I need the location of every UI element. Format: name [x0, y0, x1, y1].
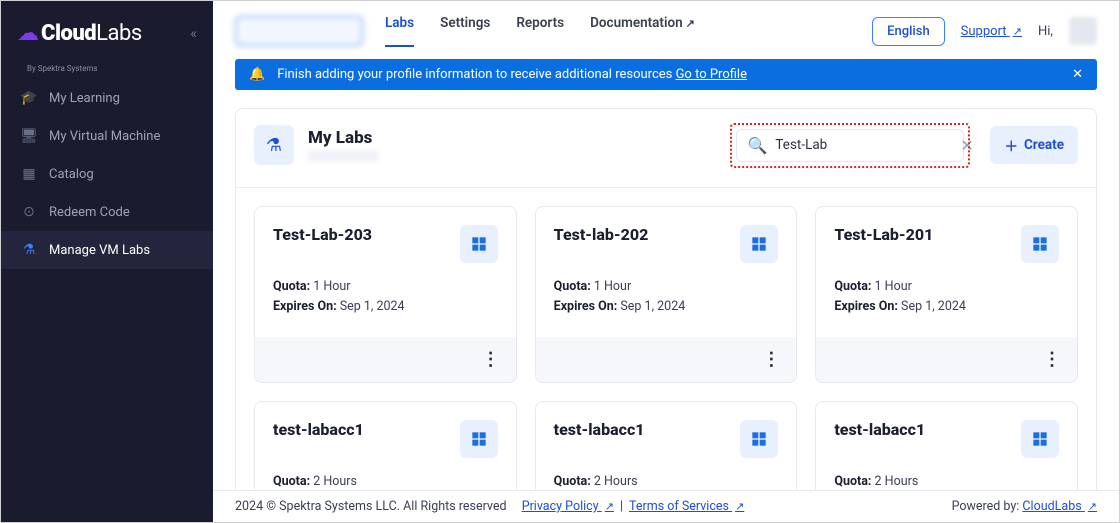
external-link-icon: ↗ [1013, 25, 1022, 38]
os-badge [740, 420, 778, 458]
tab-settings[interactable]: Settings [440, 15, 490, 47]
windows-icon [471, 236, 487, 252]
lab-name: Test-lab-202 [554, 225, 649, 244]
tab-reports[interactable]: Reports [516, 15, 564, 47]
windows-icon [1032, 236, 1048, 252]
footer: 2024 © Spektra Systems LLC. All Rights r… [213, 490, 1119, 522]
monitor-icon: 🖥 [21, 128, 37, 144]
sidebar-item-manage-vm-labs[interactable]: ⚗Manage VM Labs [1, 231, 213, 269]
flask-icon: ⚗ [21, 242, 37, 258]
grid-icon: ▦ [21, 166, 37, 182]
bell-icon: 🔔 [249, 67, 265, 82]
external-link-icon: ↗ [1088, 500, 1097, 513]
external-link-icon: ↗ [686, 17, 695, 30]
lab-menu-button[interactable]: ⋮ [255, 337, 516, 382]
greeting: Hi, [1038, 24, 1053, 39]
lab-name: test-labacc1 [834, 420, 925, 439]
my-labs-card: ⚗ My Labs 🔍 ✕ ＋Create [235, 108, 1097, 522]
tab-labs[interactable]: Labs [385, 15, 414, 47]
sidebar: ☁ CloudLabs « By Spektra Systems 🎓My Lea… [1, 1, 213, 522]
logo: ☁ CloudLabs « [1, 13, 213, 66]
os-badge [740, 225, 778, 263]
lab-menu-button[interactable]: ⋮ [536, 337, 797, 382]
language-selector[interactable]: English [872, 17, 945, 46]
sidebar-item-redeem[interactable]: ⊙Redeem Code [1, 193, 213, 231]
profile-banner: 🔔 Finish adding your profile information… [235, 59, 1097, 90]
logo-subtitle: By Spektra Systems [27, 64, 213, 73]
lab-name: Test-Lab-201 [834, 225, 933, 244]
lab-meta: Quota: 1 Hour Expires On: Sep 1, 2024 [554, 277, 779, 317]
lab-card[interactable]: Test-lab-202 Quota: 1 Hour Expires On: S… [535, 206, 798, 383]
lab-name: Test-Lab-203 [273, 225, 372, 244]
search-box[interactable]: 🔍 ✕ [736, 129, 964, 162]
topbar: Labs Settings Reports Documentation↗ Eng… [213, 1, 1119, 47]
os-badge [460, 420, 498, 458]
lab-meta: Quota: 2 Hours [554, 472, 779, 492]
close-banner-icon[interactable]: ✕ [1072, 67, 1083, 82]
banner-text: Finish adding your profile information t… [277, 67, 747, 82]
page-title: My Labs [308, 128, 378, 148]
search-input[interactable] [775, 137, 952, 153]
external-link-icon: ↗ [735, 500, 744, 513]
os-badge [1021, 420, 1059, 458]
support-link[interactable]: Support ↗ [961, 24, 1022, 39]
nav-list: 🎓My Learning 🖥My Virtual Machine ▦Catalo… [1, 79, 213, 269]
windows-icon [471, 431, 487, 447]
main: Labs Settings Reports Documentation↗ Eng… [213, 1, 1119, 522]
sidebar-item-catalog[interactable]: ▦Catalog [1, 155, 213, 193]
privacy-link[interactable]: Privacy Policy ↗ [522, 499, 614, 514]
cloud-icon: ☁ [17, 21, 39, 46]
sidebar-item-my-learning[interactable]: 🎓My Learning [1, 79, 213, 117]
windows-icon [751, 236, 767, 252]
lab-menu-button[interactable]: ⋮ [816, 337, 1077, 382]
lab-meta: Quota: 1 Hour Expires On: Sep 1, 2024 [834, 277, 1059, 317]
plus-icon: ＋ [1004, 135, 1018, 155]
os-badge [460, 225, 498, 263]
lab-meta: Quota: 1 Hour Expires On: Sep 1, 2024 [273, 277, 498, 317]
lab-meta: Quota: 2 Hours [834, 472, 1059, 492]
windows-icon [751, 431, 767, 447]
create-button[interactable]: ＋Create [990, 126, 1078, 164]
collapse-sidebar-icon[interactable]: « [190, 26, 197, 42]
avatar[interactable] [1069, 17, 1097, 45]
tab-documentation[interactable]: Documentation↗ [590, 15, 695, 47]
cloudlabs-link[interactable]: CloudLabs ↗ [1022, 499, 1097, 514]
logo-text: CloudLabs [41, 21, 142, 46]
ticket-icon: ⊙ [21, 204, 37, 220]
org-selector[interactable] [235, 16, 363, 46]
terms-link[interactable]: Terms of Services ↗ [629, 499, 744, 514]
sidebar-item-my-vm[interactable]: 🖥My Virtual Machine [1, 117, 213, 155]
lab-name: test-labacc1 [554, 420, 645, 439]
labs-grid: Test-Lab-203 Quota: 1 Hour Expires On: S… [236, 188, 1096, 522]
tabs: Labs Settings Reports Documentation↗ [385, 15, 695, 47]
lab-meta: Quota: 2 Hours [273, 472, 498, 492]
flask-icon: ⚗ [254, 125, 294, 165]
graduation-cap-icon: 🎓 [21, 90, 37, 106]
lab-name: test-labacc1 [273, 420, 364, 439]
external-link-icon: ↗ [605, 500, 614, 513]
lab-card[interactable]: Test-Lab-203 Quota: 1 Hour Expires On: S… [254, 206, 517, 383]
search-icon: 🔍 [747, 136, 767, 155]
page-subtitle [308, 150, 378, 162]
os-badge [1021, 225, 1059, 263]
clear-search-icon[interactable]: ✕ [960, 136, 973, 155]
lab-card[interactable]: Test-Lab-201 Quota: 1 Hour Expires On: S… [815, 206, 1078, 383]
go-to-profile-link[interactable]: Go to Profile [676, 67, 747, 82]
windows-icon [1032, 431, 1048, 447]
